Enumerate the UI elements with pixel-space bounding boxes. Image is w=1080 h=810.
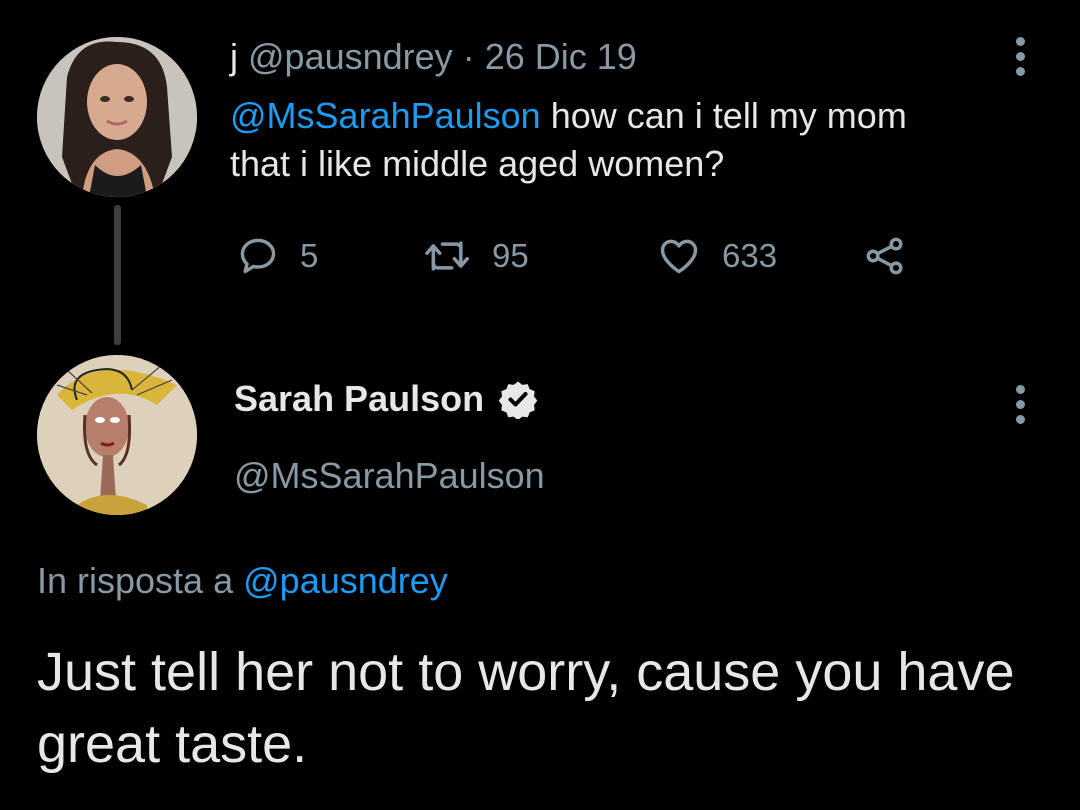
retweet-button[interactable]: 95 [424,234,529,278]
reply-context: In risposta a @pausndrey [37,560,448,602]
more-options-icon[interactable] [1014,37,1026,76]
tweet-text: Just tell her not to worry, cause you ha… [37,642,1015,774]
mention-link[interactable]: @MsSarahPaulson [230,95,541,136]
illustrated-portrait [37,355,197,515]
reply-prefix: In risposta a [37,560,234,601]
reply-icon [240,238,276,274]
user-handle[interactable]: @pausndrey [248,36,453,77]
avatar-sarah-paulson[interactable] [37,355,197,515]
like-count: 633 [722,237,778,274]
more-options-icon[interactable] [1014,385,1026,424]
like-button[interactable]: 633 [656,234,777,278]
reply-to-link[interactable]: @pausndrey [243,560,448,601]
display-name[interactable]: j [230,36,238,77]
tweet-header: j @pausndrey · 26 Dic 19 [230,36,637,78]
verified-badge-icon [498,381,538,419]
share-icon [866,237,903,275]
share-button[interactable] [862,234,908,278]
reply-button[interactable]: 5 [236,234,318,278]
tweet-text: @MsSarahPaulson how can i tell my mom th… [230,92,970,188]
avatar-pausndrey[interactable] [37,37,197,197]
heart-icon [660,239,698,274]
separator-dot: · [462,36,475,77]
retweet-count: 95 [492,237,529,274]
user-handle[interactable]: @MsSarahPaulson [234,455,545,497]
author-name-row: Sarah Paulson [234,378,538,420]
profile-photo [37,37,197,197]
reply-count: 5 [300,237,319,274]
tweet-date[interactable]: 26 Dic 19 [485,36,637,77]
retweet-icon [425,241,469,271]
display-name[interactable]: Sarah Paulson [234,378,484,420]
thread-connector-line [114,205,121,345]
